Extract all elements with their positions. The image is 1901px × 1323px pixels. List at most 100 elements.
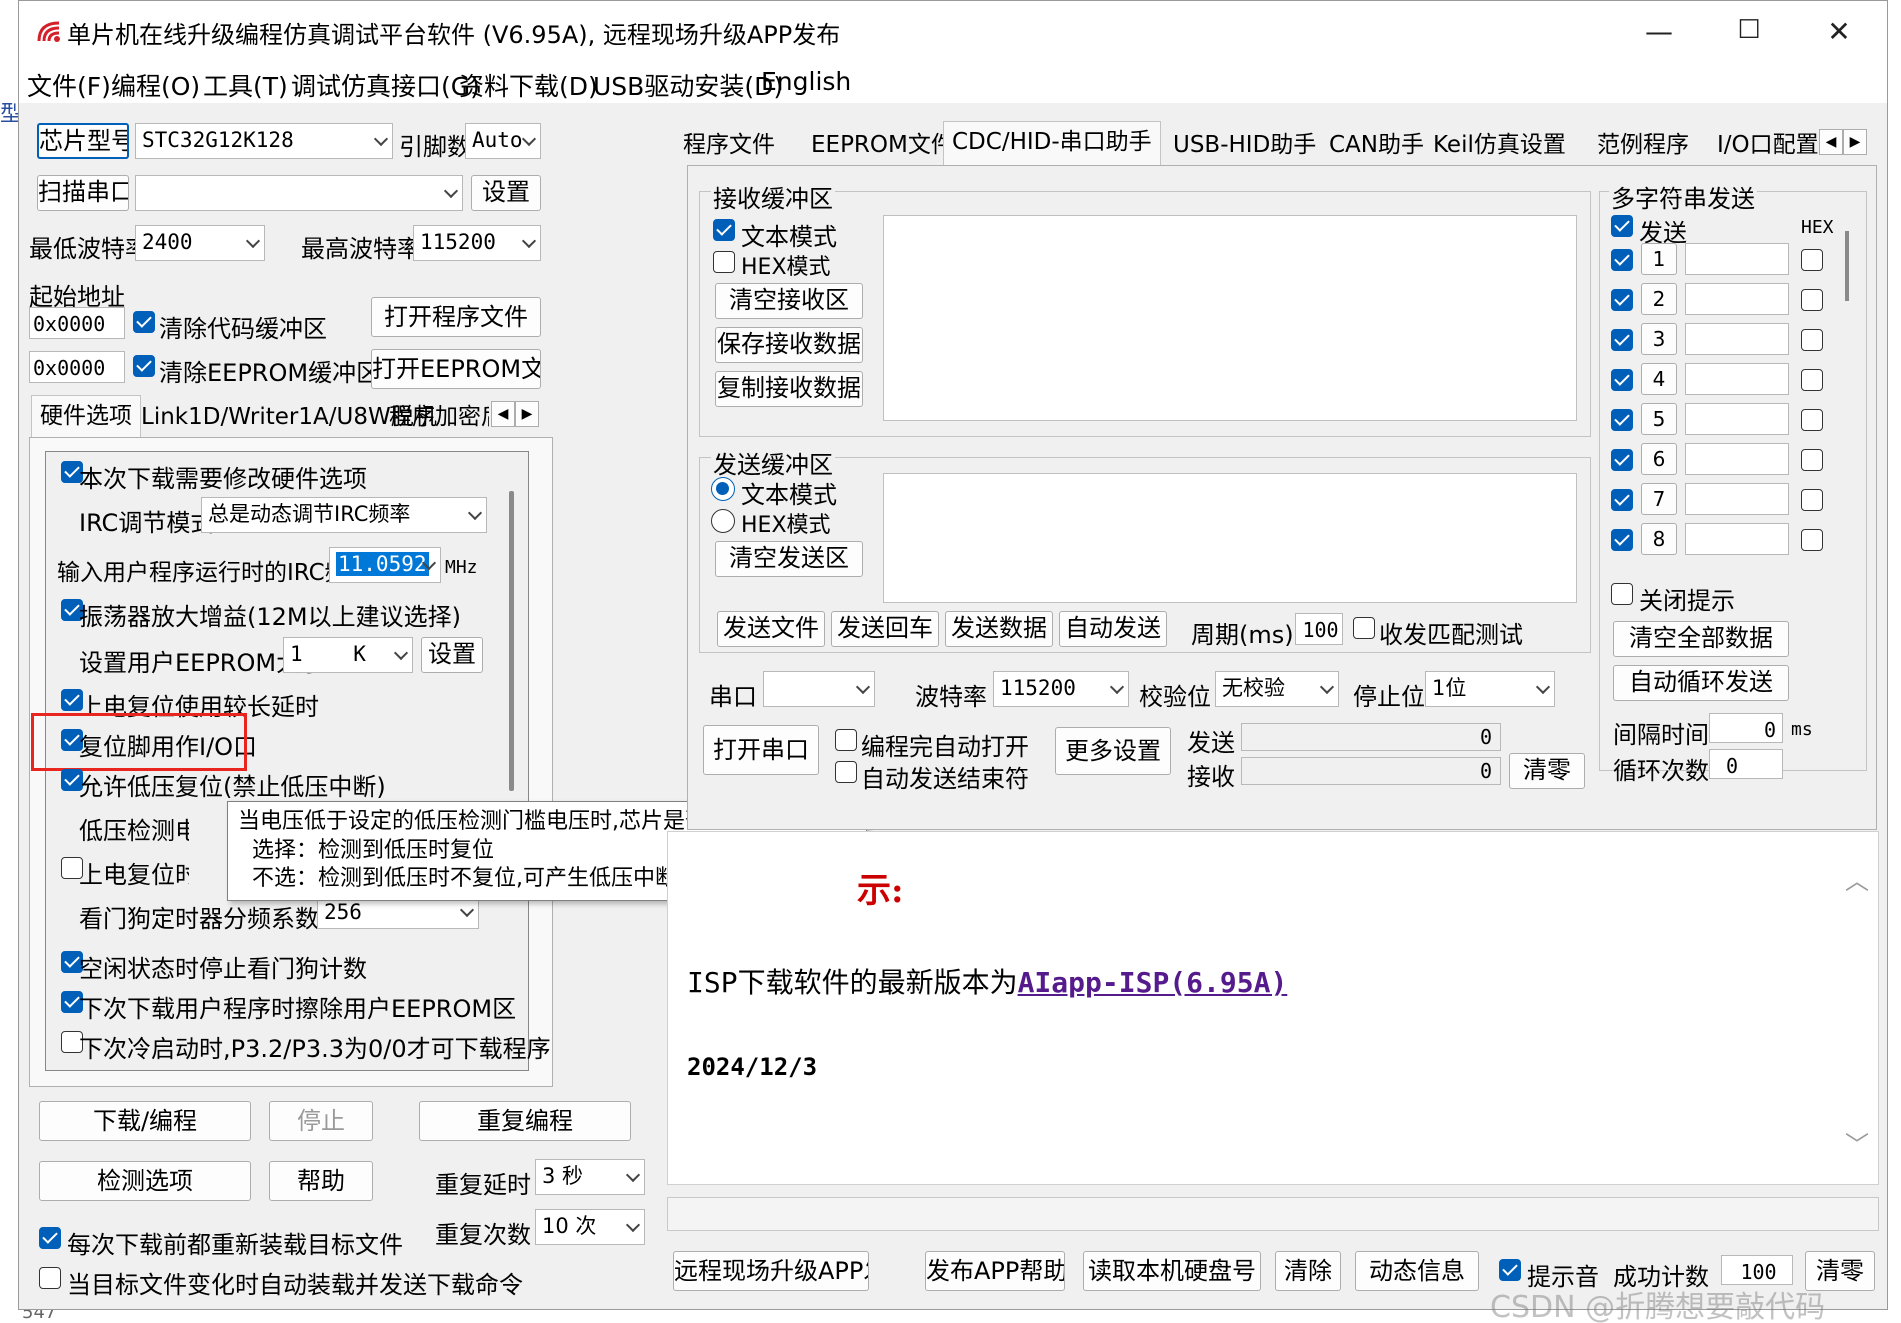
code-address-input[interactable]: 0x0000	[29, 307, 125, 339]
multi-row-send-checkbox[interactable]	[1611, 289, 1633, 311]
multi-row-hex-checkbox[interactable]	[1801, 489, 1823, 511]
clear-button[interactable]: 清除	[1275, 1251, 1341, 1291]
tab-scroll-left-icon[interactable]: ◀	[491, 401, 515, 427]
port-select[interactable]	[763, 671, 875, 707]
multi-row-send-checkbox[interactable]	[1611, 369, 1633, 391]
parity-select[interactable]: 无校验	[1215, 671, 1339, 707]
multi-row-send-checkbox[interactable]	[1611, 449, 1633, 471]
max-baud-select[interactable]: 115200	[413, 225, 541, 261]
chip-model-select[interactable]: STC32G12K128	[135, 123, 393, 159]
match-test-checkbox[interactable]	[1353, 617, 1375, 639]
multi-row-send-checkbox[interactable]	[1611, 409, 1633, 431]
clear-count-button[interactable]: 清零	[1509, 753, 1585, 789]
multi-row-hex-checkbox[interactable]	[1801, 329, 1823, 351]
tab-examples[interactable]: 范例程序	[1589, 125, 1697, 167]
tab-serial-assistant[interactable]: CDC/HID-串口助手	[943, 121, 1161, 165]
menu-file[interactable]: 文件(F)	[27, 67, 111, 103]
right-tab-scroll-right-icon[interactable]: ▶	[1843, 129, 1867, 155]
read-disk-button[interactable]: 读取本机硬盘号	[1083, 1251, 1261, 1291]
multi-row-send-button[interactable]: 2	[1641, 283, 1677, 315]
auto-reload-checkbox[interactable]	[39, 1267, 61, 1289]
multi-row-hex-checkbox[interactable]	[1801, 369, 1823, 391]
multi-row-input[interactable]	[1685, 403, 1789, 435]
irc-freq-select[interactable]: 11.0592	[329, 547, 441, 583]
help-button[interactable]: 帮助	[269, 1161, 373, 1201]
menu-tools[interactable]: 工具(T)	[203, 67, 288, 103]
clear-send-button[interactable]: 清空发送区	[715, 541, 863, 577]
reload-each-checkbox[interactable]	[39, 1227, 61, 1249]
send-text-area[interactable]	[883, 473, 1577, 603]
menu-usb-driver[interactable]: USB驱动安装(D)	[593, 67, 783, 103]
multi-row-send-button[interactable]: 4	[1641, 363, 1677, 395]
receive-text-mode-checkbox[interactable]	[713, 219, 735, 241]
baud-select[interactable]: 115200	[993, 671, 1129, 707]
multi-row-hex-checkbox[interactable]	[1801, 409, 1823, 431]
auto-open-checkbox[interactable]	[835, 729, 857, 751]
options-scrollbar[interactable]	[509, 491, 514, 791]
clear-all-button[interactable]: 清空全部数据	[1613, 621, 1789, 657]
multi-row-input[interactable]	[1685, 323, 1789, 355]
tab-program-file[interactable]: 程序文件	[675, 125, 783, 167]
more-settings-button[interactable]: 更多设置	[1055, 727, 1171, 775]
right-tab-scroll-left-icon[interactable]: ◀	[1819, 129, 1843, 155]
multi-row-send-checkbox[interactable]	[1611, 249, 1633, 271]
auto-send-button[interactable]: 自动发送	[1059, 611, 1167, 647]
multi-row-hex-checkbox[interactable]	[1801, 449, 1823, 471]
multi-row-send-button[interactable]: 6	[1641, 443, 1677, 475]
multi-send-all-checkbox[interactable]	[1611, 215, 1633, 237]
multi-row-hex-checkbox[interactable]	[1801, 289, 1823, 311]
open-eeprom-button[interactable]: 打开EEPROM文件	[371, 349, 541, 389]
minimize-icon[interactable]: —	[1639, 15, 1679, 48]
multi-row-send-button[interactable]: 8	[1641, 523, 1677, 555]
tab-scroll-right-icon[interactable]: ▶	[515, 401, 539, 427]
open-program-button[interactable]: 打开程序文件	[371, 297, 541, 337]
tab-hardware-options[interactable]: 硬件选项	[31, 395, 141, 437]
send-hex-mode-radio[interactable]	[711, 509, 735, 533]
multi-row-send-button[interactable]: 5	[1641, 403, 1677, 435]
multi-row-hex-checkbox[interactable]	[1801, 249, 1823, 271]
multi-row-input[interactable]	[1685, 523, 1789, 555]
stop-button[interactable]: 停止	[269, 1101, 373, 1141]
multi-scrollbar[interactable]	[1845, 231, 1849, 301]
eeprom-size-set-button[interactable]: 设置	[421, 637, 483, 673]
dynamic-info-button[interactable]: 动态信息	[1355, 1251, 1479, 1291]
multi-row-send-button[interactable]: 1	[1641, 243, 1677, 275]
tab-can[interactable]: CAN助手	[1321, 125, 1432, 167]
multi-row-send-checkbox[interactable]	[1611, 329, 1633, 351]
multi-row-input[interactable]	[1685, 243, 1789, 275]
multi-row-send-checkbox[interactable]	[1611, 489, 1633, 511]
check-options-button[interactable]: 检测选项	[39, 1161, 251, 1201]
chip-model-button[interactable]: 芯片型号	[37, 123, 129, 159]
auto-send-end-checkbox[interactable]	[835, 761, 857, 783]
receive-hex-mode-checkbox[interactable]	[713, 251, 735, 273]
repeat-program-button[interactable]: 重复编程	[419, 1101, 631, 1141]
repeat-delay-select[interactable]: 3 秒	[535, 1159, 645, 1195]
clear-eeprom-checkbox[interactable]	[133, 355, 155, 377]
multi-row-input[interactable]	[1685, 483, 1789, 515]
send-text-mode-radio[interactable]	[711, 477, 735, 501]
multi-row-send-button[interactable]: 7	[1641, 483, 1677, 515]
clear-code-checkbox[interactable]	[133, 311, 155, 333]
tab-eeprom-file[interactable]: EEPROM文件	[803, 125, 962, 167]
scan-port-button[interactable]: 扫描串口	[37, 175, 129, 211]
irc-mode-select[interactable]: 总是动态调节IRC频率	[201, 497, 487, 533]
notice-scroll-up-icon[interactable]: ︿	[1845, 861, 1869, 896]
multi-row-input[interactable]	[1685, 363, 1789, 395]
tab-keil-settings[interactable]: Keil仿真设置	[1425, 125, 1574, 167]
tab-encryption[interactable]: 程序加密后	[381, 397, 489, 439]
eeprom-address-input[interactable]: 0x0000	[29, 351, 125, 383]
tab-io-config[interactable]: I/O口配置	[1709, 125, 1821, 167]
maximize-icon[interactable]: ☐	[1729, 15, 1769, 45]
open-port-button[interactable]: 打开串口	[703, 725, 819, 775]
period-input[interactable]: 100	[1295, 613, 1343, 645]
multi-row-send-checkbox[interactable]	[1611, 529, 1633, 551]
multi-row-send-button[interactable]: 3	[1641, 323, 1677, 355]
menu-download[interactable]: 资料下载(D)	[459, 67, 598, 103]
close-icon[interactable]: ✕	[1819, 15, 1859, 48]
send-enter-button[interactable]: 发送回车	[831, 611, 939, 647]
loop-count-input[interactable]: 0	[1709, 749, 1783, 779]
menu-program[interactable]: 编程(O)	[111, 67, 200, 103]
multi-row-input[interactable]	[1685, 443, 1789, 475]
tab-usb-hid[interactable]: USB-HID助手	[1165, 125, 1324, 167]
copy-receive-button[interactable]: 复制接收数据	[715, 371, 863, 407]
